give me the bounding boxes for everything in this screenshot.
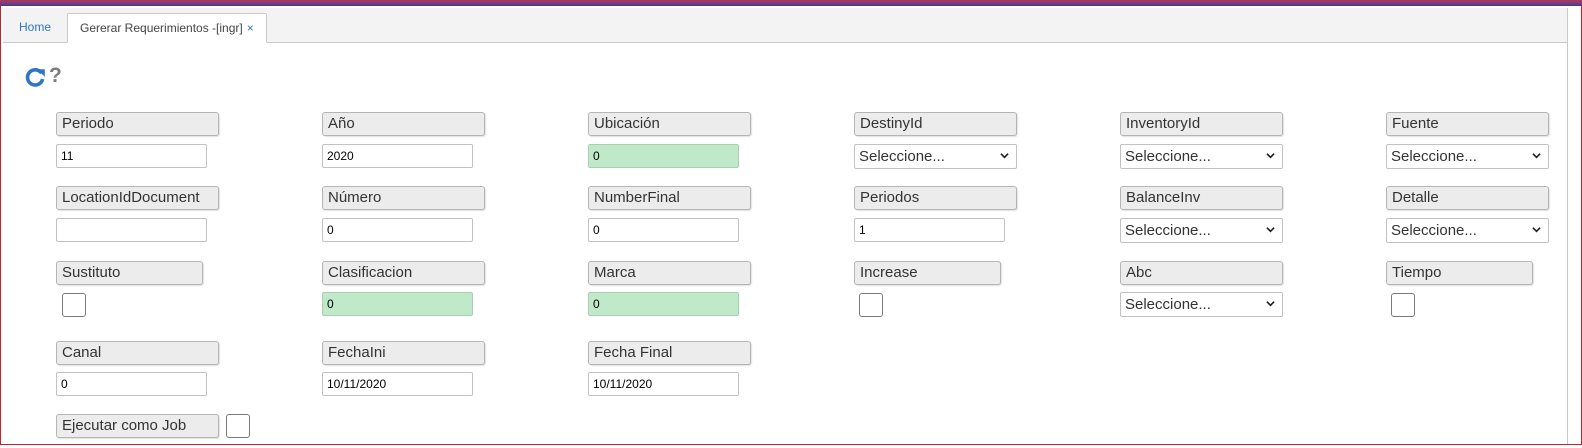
abc-select[interactable]: Seleccione... [1120, 292, 1283, 317]
inventoryid-select[interactable]: Seleccione... [1120, 144, 1283, 169]
inventoryid-select-value: Seleccione... [1125, 148, 1211, 165]
tab-gererar-requerimientos[interactable]: Gererar Requerimientos -[ingr] × [67, 13, 267, 43]
label-ejecutar-como-job: Ejecutar como Job [56, 414, 219, 438]
balanceinv-select-value: Seleccione... [1125, 222, 1211, 239]
balanceinv-select[interactable]: Seleccione... [1120, 218, 1283, 243]
label-inventoryid: InventoryId [1120, 112, 1283, 136]
periodo-input[interactable]: 11 [56, 144, 207, 168]
fuente-select[interactable]: Seleccione... [1386, 144, 1549, 169]
label-sustituto: Sustituto [56, 261, 203, 285]
sustituto-checkbox[interactable] [62, 293, 86, 317]
close-icon[interactable]: × [247, 21, 254, 35]
label-canal: Canal [56, 341, 219, 365]
numero-input[interactable]: 0 [322, 218, 473, 242]
fuente-select-value: Seleccione... [1391, 148, 1477, 165]
chevron-down-icon [1000, 153, 1009, 159]
tab-home-label: Home [19, 20, 52, 34]
ejecutar-como-job-checkbox[interactable] [226, 414, 250, 438]
label-locationiddocument: LocationIdDocument [56, 186, 219, 210]
tab-active-label: Gererar Requerimientos -[ingr] [80, 21, 243, 35]
label-marca: Marca [588, 261, 751, 285]
label-clasificacion: Clasificacion [322, 261, 485, 285]
clasificacion-input[interactable]: 0 [322, 292, 473, 316]
fechafinal-input[interactable]: 10/11/2020 [588, 372, 739, 396]
title-accent-bar [0, 0, 1582, 6]
label-tiempo: Tiempo [1386, 261, 1533, 285]
ubicacion-input[interactable]: 0 [588, 144, 739, 168]
tab-home[interactable]: Home [7, 13, 63, 42]
detalle-select-value: Seleccione... [1391, 222, 1477, 239]
label-numero: Número [322, 186, 485, 210]
label-detalle: Detalle [1386, 186, 1549, 210]
periodos-input[interactable]: 1 [854, 218, 1005, 242]
destinyid-select[interactable]: Seleccione... [854, 144, 1017, 169]
help-icon[interactable]: ? [49, 64, 62, 88]
chevron-down-icon [1266, 153, 1275, 159]
content-right-border [1567, 8, 1568, 444]
label-destinyid: DestinyId [854, 112, 1017, 136]
locationiddocument-input[interactable] [56, 218, 207, 242]
label-numberfinal: NumberFinal [588, 186, 751, 210]
detalle-select[interactable]: Seleccione... [1386, 218, 1549, 243]
destinyid-select-value: Seleccione... [859, 148, 945, 165]
label-anio: Año [322, 112, 485, 136]
numberfinal-input[interactable]: 0 [588, 218, 739, 242]
label-periodo: Periodo [56, 112, 219, 136]
fechaini-input[interactable]: 10/11/2020 [322, 372, 473, 396]
tiempo-checkbox[interactable] [1391, 293, 1415, 317]
tab-strip: Home Gererar Requerimientos -[ingr] × [3, 8, 1568, 43]
window-frame [0, 0, 1582, 445]
chevron-down-icon [1532, 227, 1541, 233]
marca-input[interactable]: 0 [588, 292, 739, 316]
chevron-down-icon [1266, 301, 1275, 307]
label-abc: Abc [1120, 261, 1283, 285]
label-increase: Increase [854, 261, 1001, 285]
increase-checkbox[interactable] [859, 293, 883, 317]
label-ubicacion: Ubicación [588, 112, 751, 136]
label-periodos: Periodos [854, 186, 1017, 210]
chevron-down-icon [1266, 227, 1275, 233]
label-fechaini: FechaIni [322, 341, 485, 365]
label-balanceinv: BalanceInv [1120, 186, 1283, 210]
abc-select-value: Seleccione... [1125, 296, 1211, 313]
chevron-down-icon [1532, 153, 1541, 159]
refresh-icon[interactable] [24, 66, 46, 88]
canal-input[interactable]: 0 [56, 372, 207, 396]
anio-input[interactable]: 2020 [322, 144, 473, 168]
label-fuente: Fuente [1386, 112, 1549, 136]
label-fechafinal: Fecha Final [588, 341, 751, 365]
